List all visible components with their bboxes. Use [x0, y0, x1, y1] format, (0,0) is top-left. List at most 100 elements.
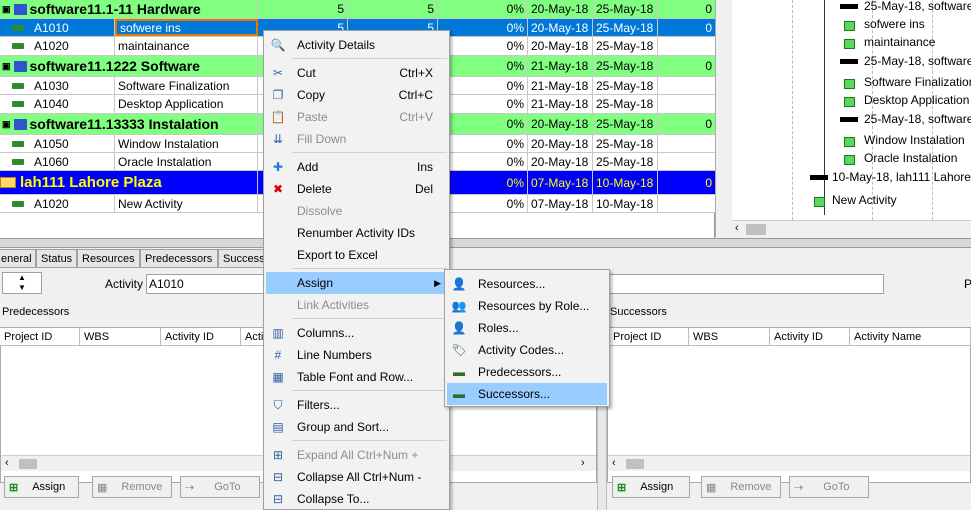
total-float-cell[interactable]: [658, 77, 715, 94]
menu-item-paste[interactable]: 📋 Paste Ctrl+V: [266, 106, 447, 128]
start-cell[interactable]: 20-May-18: [528, 114, 593, 134]
total-float-cell[interactable]: 0: [658, 56, 715, 76]
succ-col-project-id[interactable]: Project ID: [609, 328, 689, 346]
activity-bar[interactable]: [814, 197, 825, 207]
start-cell[interactable]: 07-May-18: [528, 195, 593, 212]
collapse-icon[interactable]: ▣: [2, 4, 11, 15]
menu-item-copy[interactable]: ❐ Copy Ctrl+C: [266, 84, 447, 106]
finish-cell[interactable]: 25-May-18: [593, 135, 658, 152]
collapse-icon[interactable]: ▣: [2, 119, 11, 130]
total-float-cell[interactable]: [658, 195, 715, 212]
activity-name-cell[interactable]: sofwere ins: [115, 19, 258, 36]
succ-assign-button[interactable]: ⊞ Assign: [612, 476, 690, 498]
summary-bar[interactable]: [840, 59, 858, 64]
activity-bar[interactable]: [844, 97, 855, 107]
succ-remove-button[interactable]: ▦ Remove: [701, 476, 781, 498]
pct-complete-cell[interactable]: 0%: [438, 153, 528, 170]
menu-item-expand-all-ctrl-num[interactable]: ⊞ Expand All Ctrl+Num +: [266, 444, 447, 466]
start-cell[interactable]: 20-May-18: [528, 37, 593, 55]
activity-name-cell[interactable]: New Activity: [115, 195, 258, 212]
menu-item-table-font-and-row[interactable]: ▦ Table Font and Row...: [266, 366, 447, 388]
activity-name-field[interactable]: [609, 274, 884, 294]
menu-item-cut[interactable]: ✂ Cut Ctrl+X: [266, 62, 447, 84]
pred-scroll-thumb[interactable]: [19, 459, 37, 469]
tab-predecessors[interactable]: Predecessors: [140, 249, 218, 268]
menu-item-activity-details[interactable]: 🔍 Activity Details: [266, 34, 447, 56]
tab-successo[interactable]: Successo: [218, 249, 271, 268]
succ-col-activity-name[interactable]: Activity Name: [850, 328, 971, 346]
submenu-item-roles[interactable]: 👤 Roles...: [447, 317, 607, 339]
menu-item-fill-down[interactable]: ⇊ Fill Down: [266, 128, 447, 150]
tab-eneral[interactable]: eneral: [0, 249, 36, 268]
finish-cell[interactable]: 25-May-18: [593, 77, 658, 94]
finish-cell[interactable]: 25-May-18: [593, 95, 658, 113]
activity-name-cell[interactable]: Window Instalation: [115, 135, 258, 152]
nav-spinner[interactable]: ▲ ▼: [2, 272, 42, 294]
finish-cell[interactable]: 10-May-18: [593, 171, 658, 194]
menu-item-delete[interactable]: ✖ Delete Del: [266, 178, 447, 200]
submenu-item-successors[interactable]: ▬ Successors...: [447, 383, 607, 405]
remaining-cell[interactable]: 5: [348, 0, 438, 18]
start-cell[interactable]: 21-May-18: [528, 56, 593, 76]
submenu-item-activity-codes[interactable]: 🏷 Activity Codes...: [447, 339, 607, 361]
succ-col-activity-id[interactable]: Activity ID: [770, 328, 850, 346]
pct-complete-cell[interactable]: 0%: [438, 77, 528, 94]
menu-item-assign[interactable]: Assign ▶: [266, 272, 447, 294]
succ-col-wbs[interactable]: WBS: [689, 328, 770, 346]
pred-col-wbs[interactable]: WBS: [80, 328, 161, 346]
activity-id-cell[interactable]: A1040: [0, 95, 115, 113]
pred-remove-button[interactable]: ▦ Remove: [92, 476, 172, 498]
menu-item-renumber-activity-ids[interactable]: Renumber Activity IDs: [266, 222, 447, 244]
start-cell[interactable]: 21-May-18: [528, 77, 593, 94]
activity-name-cell[interactable]: Software Finalization: [115, 77, 258, 94]
submenu-item-resources-by-role[interactable]: 👥 Resources by Role...: [447, 295, 607, 317]
pct-complete-cell[interactable]: 0%: [438, 37, 528, 55]
tab-status[interactable]: Status: [36, 249, 77, 268]
finish-cell[interactable]: 25-May-18: [593, 19, 658, 36]
submenu-item-predecessors[interactable]: ▬ Predecessors...: [447, 361, 607, 383]
activity-id-cell[interactable]: A1050: [0, 135, 115, 152]
gantt-scrollbar[interactable]: ‹: [732, 220, 971, 237]
activity-bar[interactable]: [844, 79, 855, 89]
succ-goto-button[interactable]: ⇢ GoTo: [789, 476, 869, 498]
menu-item-link-activities[interactable]: Link Activities: [266, 294, 447, 316]
succ-scroll-thumb[interactable]: [626, 459, 644, 469]
activity-bar[interactable]: [844, 137, 855, 147]
activity-name-cell[interactable]: maintainance: [115, 37, 258, 55]
summary-bar[interactable]: [810, 175, 828, 180]
finish-cell[interactable]: 25-May-18: [593, 114, 658, 134]
pct-complete-cell[interactable]: 0%: [438, 114, 528, 134]
start-cell[interactable]: 20-May-18: [528, 0, 593, 18]
total-float-cell[interactable]: [658, 153, 715, 170]
menu-item-dissolve[interactable]: Dissolve: [266, 200, 447, 222]
finish-cell[interactable]: 25-May-18: [593, 153, 658, 170]
splitter[interactable]: [715, 0, 732, 237]
wbs-name-cell[interactable]: ▣ software11.13333 Instalation: [0, 114, 258, 134]
duration-cell[interactable]: 5: [258, 0, 348, 18]
activity-name-cell[interactable]: Oracle Instalation: [115, 153, 258, 170]
menu-item-line-numbers[interactable]: # Line Numbers: [266, 344, 447, 366]
activity-id-cell[interactable]: A1030: [0, 77, 115, 94]
activity-bar[interactable]: [844, 155, 855, 165]
pred-assign-button[interactable]: ⊞ Assign: [4, 476, 79, 498]
scroll-thumb[interactable]: [746, 224, 766, 235]
activity-id-cell[interactable]: A1020: [0, 37, 115, 55]
menu-item-collapse-to[interactable]: ⊟ Collapse To...: [266, 488, 447, 510]
pct-complete-cell[interactable]: 0%: [438, 195, 528, 212]
start-cell[interactable]: 20-May-18: [528, 135, 593, 152]
succ-scrollbar[interactable]: ‹: [608, 455, 970, 471]
pct-complete-cell[interactable]: 0%: [438, 0, 528, 18]
pred-goto-button[interactable]: ⇢ GoTo: [180, 476, 260, 498]
activity-id-cell[interactable]: A1060: [0, 153, 115, 170]
menu-item-add[interactable]: ✚ Add Ins: [266, 156, 447, 178]
activity-name-cell[interactable]: Desktop Application: [115, 95, 258, 113]
scroll-left-icon[interactable]: ‹: [735, 222, 739, 234]
total-float-cell[interactable]: 0: [658, 171, 715, 194]
menu-item-collapse-all-ctrl-num[interactable]: ⊟ Collapse All Ctrl+Num -: [266, 466, 447, 488]
start-cell[interactable]: 07-May-18: [528, 171, 593, 194]
pct-complete-cell[interactable]: 0%: [438, 19, 528, 36]
menu-item-columns[interactable]: ▥ Columns...: [266, 322, 447, 344]
finish-cell[interactable]: 10-May-18: [593, 195, 658, 212]
finish-cell[interactable]: 25-May-18: [593, 56, 658, 76]
total-float-cell[interactable]: [658, 95, 715, 113]
